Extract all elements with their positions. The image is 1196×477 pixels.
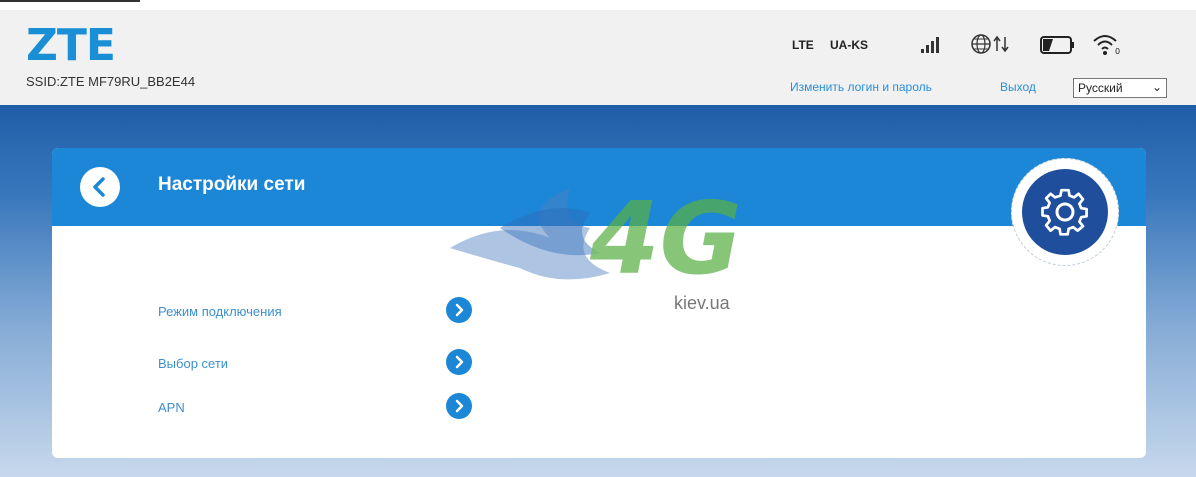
data-transfer-icon <box>993 35 1009 58</box>
language-value: Русский <box>1078 81 1123 95</box>
watermark-site-text: kiev.ua <box>674 293 730 313</box>
chevron-down-icon: ⌄ <box>1151 80 1162 94</box>
header-links: Изменить логин и пароль Выход Русский ⌄ <box>790 78 1190 102</box>
globe-icon <box>970 33 992 60</box>
wifi-icon: 0 <box>1092 32 1122 61</box>
signal-icon <box>920 36 942 59</box>
connection-mode-arrow-button[interactable] <box>446 297 472 323</box>
battery-icon <box>1040 35 1076 60</box>
menu-item-connection-mode[interactable]: Режим подключения <box>158 304 282 319</box>
ssid-label: SSID:ZTE MF79RU_BB2E44 <box>26 74 196 89</box>
watermark-4g-text: 4G <box>589 180 742 297</box>
page-title: Настройки сети <box>158 174 306 195</box>
menu-item-apn[interactable]: APN <box>158 400 185 415</box>
change-credentials-link[interactable]: Изменить логин и пароль <box>790 80 932 94</box>
zte-logo: ZTE <box>26 20 116 71</box>
chevron-right-icon <box>455 399 464 413</box>
chevron-right-icon <box>455 303 464 317</box>
apn-arrow-button[interactable] <box>446 393 472 419</box>
menu-item-network-selection[interactable]: Выбор сети <box>158 356 228 371</box>
network-type: LTE <box>792 38 814 52</box>
chevron-right-icon <box>455 355 464 369</box>
network-selection-arrow-button[interactable] <box>446 349 472 375</box>
back-icon <box>93 177 105 197</box>
operator-name: UA-KS <box>830 38 868 52</box>
svg-text:0: 0 <box>1115 47 1120 56</box>
gear-badge <box>1011 158 1119 266</box>
top-decor-line <box>0 0 140 2</box>
language-select[interactable]: Русский ⌄ <box>1073 78 1167 98</box>
status-bar: LTE UA-KS 0 <box>792 32 1182 60</box>
logout-link[interactable]: Выход <box>1000 80 1036 94</box>
gear-icon <box>1022 169 1108 255</box>
back-button[interactable] <box>80 167 120 207</box>
header: ZTE SSID:ZTE MF79RU_BB2E44 LTE UA-KS 0 И… <box>0 10 1196 105</box>
